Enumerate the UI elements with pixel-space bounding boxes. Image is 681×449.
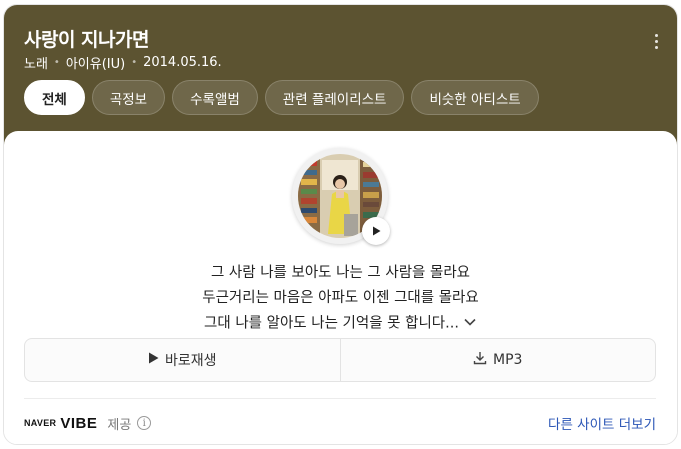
- separator-dot: •: [131, 57, 138, 68]
- lyrics-line: 그 사람 나를 보아도 나는 그 사람을 몰라요: [210, 265, 471, 281]
- lyrics-line-text: 그대 나를 알아도 나는 기억을 못 합니다...: [204, 315, 459, 332]
- tab-similar-artists[interactable]: 비슷한 아티스트: [411, 80, 539, 115]
- tab-song-info[interactable]: 곡정보: [91, 80, 166, 115]
- provider-info: NAVER VIBE 제공 i: [24, 414, 152, 433]
- album-play-icon[interactable]: [362, 217, 390, 245]
- play-now-label: 바로재생: [164, 353, 217, 369]
- play-now-button[interactable]: 바로재생: [25, 339, 340, 381]
- provided-by-label: 제공: [107, 417, 132, 433]
- mp3-label: MP3: [493, 352, 523, 368]
- mp3-download-button[interactable]: MP3: [339, 339, 656, 381]
- action-bar: 바로재생 MP3: [24, 338, 656, 382]
- lyrics-preview: 그 사람 나를 보아도 나는 그 사람을 몰라요 두근거리는 마음은 아파도 이…: [4, 261, 677, 337]
- play-icon: [148, 352, 159, 368]
- song-type: 노래: [24, 57, 48, 72]
- more-options-icon[interactable]: [649, 31, 663, 51]
- separator-dot: •: [53, 57, 60, 68]
- tab-album[interactable]: 수록앨범: [172, 80, 258, 115]
- song-artist[interactable]: 아이유(IU): [66, 53, 125, 72]
- song-title[interactable]: 사랑이 지나가면: [24, 25, 149, 52]
- lyrics-line-last: 그대 나를 알아도 나는 기억을 못 합니다...: [4, 311, 677, 337]
- card-footer: NAVER VIBE 제공 i 다른 사이트 더보기: [24, 411, 656, 435]
- card-body: 그 사람 나를 보아도 나는 그 사람을 몰라요 두근거리는 마음은 아파도 이…: [4, 131, 677, 444]
- card-header: 사랑이 지나가면 노래 • 아이유(IU) • 2014.05.16. 전체 곡…: [4, 5, 677, 151]
- more-sites-link[interactable]: 다른 사이트 더보기: [548, 413, 656, 433]
- divider: [24, 398, 656, 399]
- naver-logo[interactable]: NAVER: [24, 418, 56, 428]
- lyrics-line: 두근거리는 마음은 아파도 이젠 그대를 몰라요: [202, 290, 479, 306]
- download-icon: [473, 351, 487, 369]
- info-icon[interactable]: i: [137, 416, 152, 430]
- song-meta: 노래 • 아이유(IU) • 2014.05.16.: [24, 53, 222, 72]
- vibe-logo[interactable]: VIBE: [60, 415, 97, 432]
- chevron-down-icon[interactable]: [463, 311, 477, 336]
- song-date: 2014.05.16.: [143, 55, 222, 70]
- tab-related-playlists[interactable]: 관련 플레이리스트: [264, 80, 405, 115]
- music-card: 사랑이 지나가면 노래 • 아이유(IU) • 2014.05.16. 전체 곡…: [3, 4, 678, 445]
- tab-all[interactable]: 전체: [24, 80, 85, 115]
- tab-bar: 전체 곡정보 수록앨범 관련 플레이리스트 비슷한 아티스트: [24, 80, 539, 115]
